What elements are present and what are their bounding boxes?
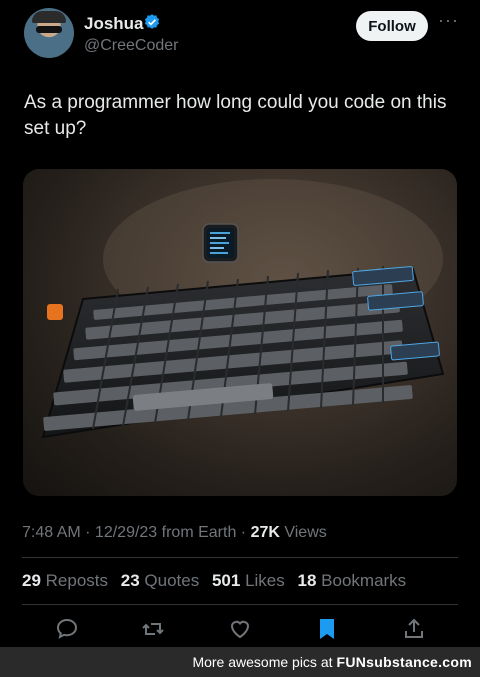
- like-icon[interactable]: [227, 616, 253, 642]
- avatar[interactable]: [24, 8, 74, 58]
- more-options-icon[interactable]: ···: [438, 10, 459, 31]
- cap-graphic: [32, 11, 66, 23]
- verified-badge-icon: [144, 14, 160, 29]
- likes-stat[interactable]: 501 Likes: [212, 571, 285, 590]
- reply-icon[interactable]: [54, 616, 80, 642]
- quotes-stat[interactable]: 23 Quotes: [121, 571, 199, 590]
- repost-icon[interactable]: [140, 616, 166, 642]
- meta-separator: ·: [80, 524, 95, 541]
- divider: [22, 557, 458, 558]
- views-label: Views: [279, 524, 327, 541]
- tweet-media-image[interactable]: [23, 169, 457, 496]
- footer-brand[interactable]: FUNsubstance.com: [337, 654, 473, 670]
- tweet-meta: 7:48 AM · 12/29/23 from Earth · 27K View…: [22, 524, 327, 542]
- tweet-actions: [22, 616, 458, 642]
- divider: [22, 604, 458, 605]
- footer-text: More awesome pics at: [192, 654, 333, 670]
- bookmark-icon[interactable]: [314, 616, 340, 642]
- tweet-location: from Earth: [157, 524, 237, 541]
- keyboard-graphic: [41, 266, 445, 439]
- user-handle[interactable]: @CreeCoder: [84, 37, 179, 55]
- meta-separator: ·: [236, 524, 251, 541]
- engagement-stats: 29 Reposts 23 Quotes 501 Likes 18 Bookma…: [22, 571, 414, 591]
- share-icon[interactable]: [401, 616, 427, 642]
- tweet-time[interactable]: 7:48 AM: [22, 524, 81, 541]
- smartwatch-graphic: [202, 223, 239, 263]
- bookmarks-stat[interactable]: 18 Bookmarks: [298, 571, 407, 590]
- user-name[interactable]: Joshua: [84, 14, 144, 34]
- views-count: 27K: [250, 524, 280, 541]
- follow-button[interactable]: Follow: [356, 11, 428, 41]
- sunglasses-graphic: [36, 26, 62, 33]
- tweet-header: Joshua @CreeCoder Follow ···: [24, 8, 464, 64]
- watermark-footer: More awesome pics at FUNsubstance.com: [0, 647, 480, 677]
- tweet-text: As a programmer how long could you code …: [24, 92, 447, 139]
- reposts-stat[interactable]: 29 Reposts: [22, 571, 108, 590]
- keyboard-photo: [41, 179, 445, 439]
- tweet-date[interactable]: 12/29/23: [95, 524, 157, 541]
